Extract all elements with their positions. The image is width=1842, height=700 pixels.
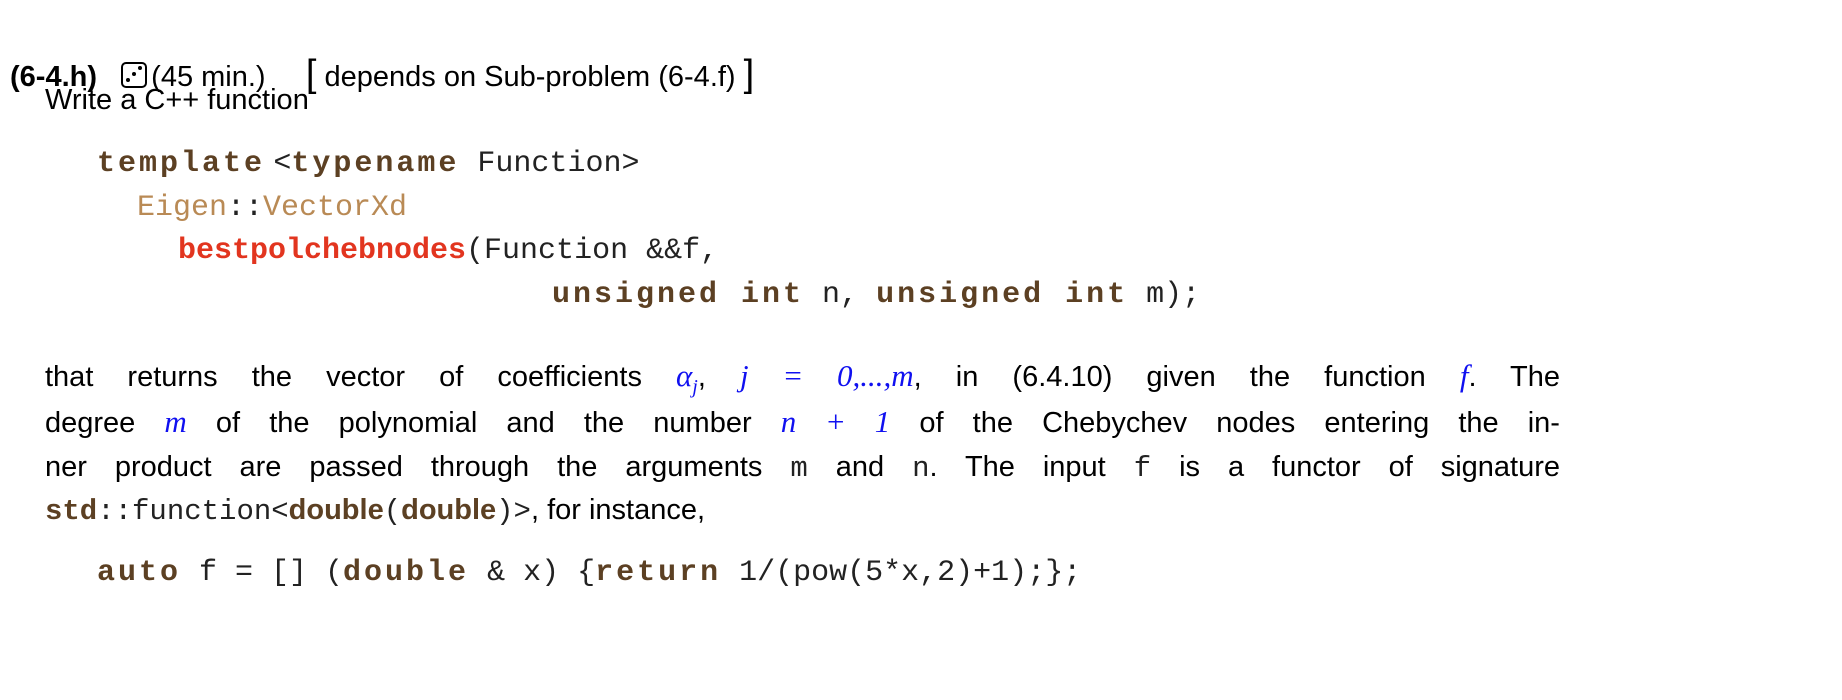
text: of the Chebychev nodes entering the in- — [919, 407, 1560, 439]
code-n: n — [912, 452, 930, 485]
code-f: f — [1133, 452, 1152, 485]
keyword: double — [343, 556, 470, 590]
code-text: n, — [804, 278, 877, 312]
math-alpha: αj — [676, 358, 698, 399]
text: degree — [45, 407, 136, 439]
code-line-1: template <typename Function> — [97, 142, 639, 184]
scope-op: :: — [227, 191, 264, 225]
text: , — [697, 361, 706, 393]
keyword: double — [401, 494, 497, 526]
code-text: Function> — [459, 147, 640, 181]
paragraph-line-1: that returns the vector of coefficients … — [45, 356, 1560, 407]
text: ner product are passed through the argum… — [45, 451, 763, 483]
code-text: 1/(pow(5*x,2)+1);}; — [721, 556, 1082, 590]
math-m: m — [164, 404, 187, 439]
code-text: m); — [1128, 278, 1201, 312]
code-text: (Function &&f, — [466, 234, 719, 268]
keyword: return — [595, 556, 722, 590]
function-name: bestpolchebnodes — [178, 234, 467, 268]
text: . The — [1468, 361, 1561, 393]
code-line-2: Eigen::VectorXd — [137, 186, 407, 228]
code-text: < — [273, 147, 292, 181]
intro-text: Write a C++ function — [45, 84, 309, 116]
math-range: j = 0,...,m — [739, 358, 914, 393]
namespace: Eigen — [137, 191, 228, 225]
code-text: & x) { — [469, 556, 596, 590]
code-line-3: bestpolchebnodes(Function &&f, — [178, 229, 718, 271]
code-text: ::function< — [97, 495, 289, 528]
type-name: VectorXd — [263, 191, 408, 225]
text: . The input — [929, 451, 1106, 483]
paragraph-line-3: ner product are passed through the argum… — [45, 447, 1560, 489]
code-line-4: unsigned int n, unsigned int m); — [552, 273, 1200, 315]
code-text: )> — [496, 495, 531, 528]
keyword: template — [97, 147, 266, 181]
paragraph-line-2: degree m of the polynomial and the numbe… — [45, 402, 1560, 443]
bracket-close: ] — [743, 53, 755, 95]
keyword: std — [45, 495, 98, 528]
text: that returns the vector of coefficients — [45, 361, 642, 393]
text: is a functor of signature — [1179, 451, 1561, 483]
dependency-note: depends on Sub-problem (6-4.f) — [324, 61, 736, 93]
code-text: ( — [383, 495, 402, 528]
text: and — [835, 451, 885, 483]
code-m: m — [790, 452, 808, 485]
text: , in (6.4.10) given the function — [913, 361, 1426, 393]
keyword: unsigned int — [552, 278, 805, 312]
code-example: auto f = [] (double & x) {return 1/(pow(… — [97, 551, 1081, 593]
code-text: f = [] ( — [181, 556, 344, 590]
text: , for instance, — [530, 494, 706, 526]
math-n-plus-1: n + 1 — [780, 404, 891, 439]
keyword: double — [288, 494, 384, 526]
paragraph-line-4: std::function<double(double)>, for insta… — [45, 490, 705, 532]
keyword: typename — [291, 147, 460, 181]
keyword: unsigned int — [876, 278, 1129, 312]
text: of the polynomial and the number — [215, 407, 752, 439]
keyword: auto — [97, 556, 182, 590]
